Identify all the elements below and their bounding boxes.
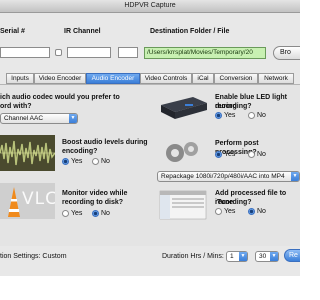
boost-yes-option[interactable]: Yes <box>62 158 82 165</box>
duration-mins-select[interactable]: 30 ▼ <box>255 251 279 262</box>
radio-selected-icon <box>248 208 255 215</box>
serial-checkbox[interactable] <box>55 49 62 56</box>
radio-icon <box>92 158 99 165</box>
chevron-down-icon: ▼ <box>270 252 278 261</box>
chevron-down-icon: ▼ <box>291 172 299 181</box>
monitor-no-label: No <box>101 210 110 217</box>
monitor-yes-option[interactable]: Yes <box>62 210 82 217</box>
radio-selected-icon <box>92 210 99 217</box>
radio-selected-icon <box>62 158 69 165</box>
duration-hours-value: 1 <box>230 253 234 260</box>
title-bar: HDPVR Capture <box>0 0 300 13</box>
led-no-option[interactable]: No <box>248 112 266 119</box>
post-processing-select[interactable]: Repackage 1080i/720p/480i/AAC into MP4 ▼ <box>157 171 300 182</box>
audio-codec-select[interactable]: Channel AAC ▼ <box>0 113 78 124</box>
post-processing-image <box>157 135 209 171</box>
tab-ical[interactable]: iCal <box>192 73 214 84</box>
vlc-logo: VLC <box>0 183 55 219</box>
tab-audio-encoder[interactable]: Audio Encoder <box>86 73 140 84</box>
tab-bar: Inputs Video Encoder Audio Encoder Video… <box>0 73 300 84</box>
tab-conversion[interactable]: Conversion <box>214 73 258 84</box>
serial-label: Serial # <box>0 28 25 35</box>
itunes-no-label: No <box>257 208 266 215</box>
app-window: HDPVR Capture Serial # IR Channel Destin… <box>0 0 300 276</box>
tab-inputs[interactable]: Inputs <box>6 73 34 84</box>
destination-label: Destination Folder / File <box>150 28 230 35</box>
itunes-question-line2: recording? <box>215 199 252 206</box>
post-yes-option[interactable]: Yes <box>215 151 235 158</box>
boost-question-line1: Boost audio levels during <box>62 139 148 146</box>
chevron-down-icon: ▼ <box>239 252 247 261</box>
led-yes-label: Yes <box>224 112 236 119</box>
audio-encoder-panel: ich audio codec would you prefer to ord … <box>0 84 300 246</box>
serial-field[interactable] <box>0 47 50 58</box>
radio-icon <box>215 208 222 215</box>
monitor-question-line1: Monitor video while <box>62 190 128 197</box>
tab-video-controls[interactable]: Video Controls <box>140 73 192 84</box>
boost-question-line2: encoding? <box>62 148 98 155</box>
itunes-yes-label: Yes <box>224 208 236 215</box>
radio-selected-icon <box>215 112 222 119</box>
vlc-logo-text: VLC <box>22 189 55 209</box>
waveform-image <box>0 135 55 171</box>
ir-channel-code-field[interactable] <box>118 47 138 58</box>
record-button[interactable]: Re <box>284 249 300 262</box>
duration-mins-value: 30 <box>259 253 267 260</box>
hdpvr-device-image <box>157 89 209 125</box>
ir-channel-label: IR Channel <box>64 28 101 35</box>
led-yes-option[interactable]: Yes <box>215 112 235 119</box>
post-no-label: No <box>257 151 266 158</box>
monitor-yes-label: Yes <box>71 210 83 217</box>
chevron-down-icon: ▼ <box>69 114 77 123</box>
itunes-window-image <box>157 187 209 223</box>
post-processing-value: Repackage 1080i/720p/480i/AAC into MP4 <box>161 173 285 180</box>
window-title: HDPVR Capture <box>124 2 176 9</box>
led-question-line2: recording? <box>215 103 252 110</box>
tab-video-encoder[interactable]: Video Encoder <box>34 73 86 84</box>
post-no-option[interactable]: No <box>248 151 266 158</box>
tab-network[interactable]: Network <box>258 73 294 84</box>
audio-codec-value: Channel AAC <box>4 115 44 122</box>
boost-yes-label: Yes <box>71 158 83 165</box>
radio-icon <box>248 151 255 158</box>
boost-no-label: No <box>101 158 110 165</box>
radio-icon <box>62 210 69 217</box>
itunes-no-option[interactable]: No <box>248 208 266 215</box>
monitor-no-option[interactable]: No <box>92 210 110 217</box>
settings-status: tion Settings: Custom <box>0 253 67 260</box>
radio-selected-icon <box>215 151 222 158</box>
browse-button[interactable]: Bro <box>273 46 300 60</box>
post-yes-label: Yes <box>224 151 236 158</box>
ir-channel-field[interactable] <box>67 47 111 58</box>
codec-question-line1: ich audio codec would you prefer to <box>0 94 120 101</box>
duration-label: Duration Hrs / Mins: <box>162 253 224 260</box>
duration-hours-select[interactable]: 1 ▼ <box>226 251 248 262</box>
monitor-question-line2: recording to disk? <box>62 199 124 206</box>
led-no-label: No <box>257 112 266 119</box>
codec-question-line2: ord with? <box>0 103 32 110</box>
destination-path-field[interactable]: /Users/krrsplat/Movies/Temporary/20 <box>144 47 266 59</box>
radio-icon <box>248 112 255 119</box>
itunes-yes-option[interactable]: Yes <box>215 208 235 215</box>
boost-no-option[interactable]: No <box>92 158 110 165</box>
